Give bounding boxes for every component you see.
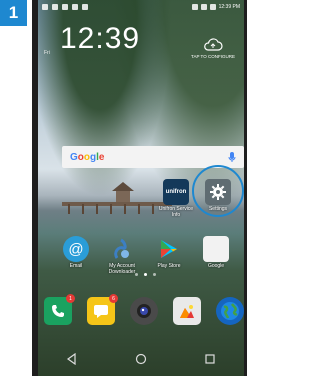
status-bar: 12:39 PM — [38, 0, 244, 14]
mic-icon[interactable] — [228, 151, 236, 163]
cloud-upload-icon — [204, 38, 223, 51]
app-email[interactable]: @ Email — [58, 236, 94, 270]
notification-icon — [52, 4, 58, 10]
clock-widget-time[interactable]: 12:39 — [60, 22, 140, 56]
app-label: Email — [69, 263, 83, 269]
phone-frame: 12:39 PM 12:39 Fri TAP TO CONFIGURE Goog… — [32, 0, 247, 376]
app-label: Play Store — [157, 263, 181, 269]
app-my-account-downloader[interactable]: My Account Downloader — [104, 236, 140, 275]
app-settings[interactable]: Settings — [200, 179, 236, 213]
battery-icon — [209, 4, 216, 10]
page-dot-active — [144, 273, 147, 276]
notification-badge: 1 — [66, 294, 75, 303]
phone-icon[interactable]: 1 — [44, 294, 75, 325]
back-icon[interactable] — [66, 353, 78, 365]
dock: 1 6 — [44, 294, 244, 325]
weather-configure-label: TAP TO CONFIGURE — [191, 54, 235, 59]
at-icon: @ — [63, 236, 89, 262]
page-indicator — [135, 273, 156, 276]
notification-icon — [82, 4, 88, 10]
gear-icon — [205, 179, 231, 205]
notification-badge: 6 — [109, 294, 118, 303]
unifron-icon: unifron — [163, 179, 189, 205]
step-number-badge: 1 — [0, 0, 27, 26]
navigation-bar — [38, 342, 244, 376]
play-store-icon — [156, 236, 182, 262]
pier-scenery — [62, 182, 172, 214]
notification-icon — [72, 4, 78, 10]
home-screen: 12:39 PM 12:39 Fri TAP TO CONFIGURE Goog… — [38, 0, 244, 376]
wifi-icon — [191, 4, 198, 10]
recents-icon[interactable] — [204, 353, 216, 365]
home-icon[interactable] — [135, 353, 147, 365]
globe-icon[interactable] — [216, 297, 244, 325]
camera-icon[interactable] — [130, 297, 158, 325]
notification-icon — [62, 4, 68, 10]
app-play-store[interactable]: Play Store — [151, 236, 187, 270]
signal-icon — [200, 4, 207, 10]
app-label: Google — [207, 263, 225, 269]
weather-widget[interactable]: TAP TO CONFIGURE — [185, 38, 241, 59]
google-logo: Google — [70, 151, 105, 163]
messages-icon[interactable]: 6 — [87, 294, 118, 325]
status-time: 12:39 PM — [218, 4, 240, 10]
app-label: Unifron Service Info — [158, 206, 194, 218]
google-folder-icon — [203, 236, 229, 262]
notification-icon — [42, 4, 48, 10]
downloader-icon — [109, 236, 135, 262]
app-google-folder[interactable]: Google — [198, 236, 234, 270]
clock-widget-day: Fri — [44, 50, 50, 56]
gallery-icon[interactable] — [173, 297, 201, 325]
page-dot — [153, 273, 156, 276]
app-label: Settings — [208, 206, 228, 212]
page-dot — [135, 273, 138, 276]
app-unifron-service-info[interactable]: unifron Unifron Service Info — [158, 179, 194, 218]
